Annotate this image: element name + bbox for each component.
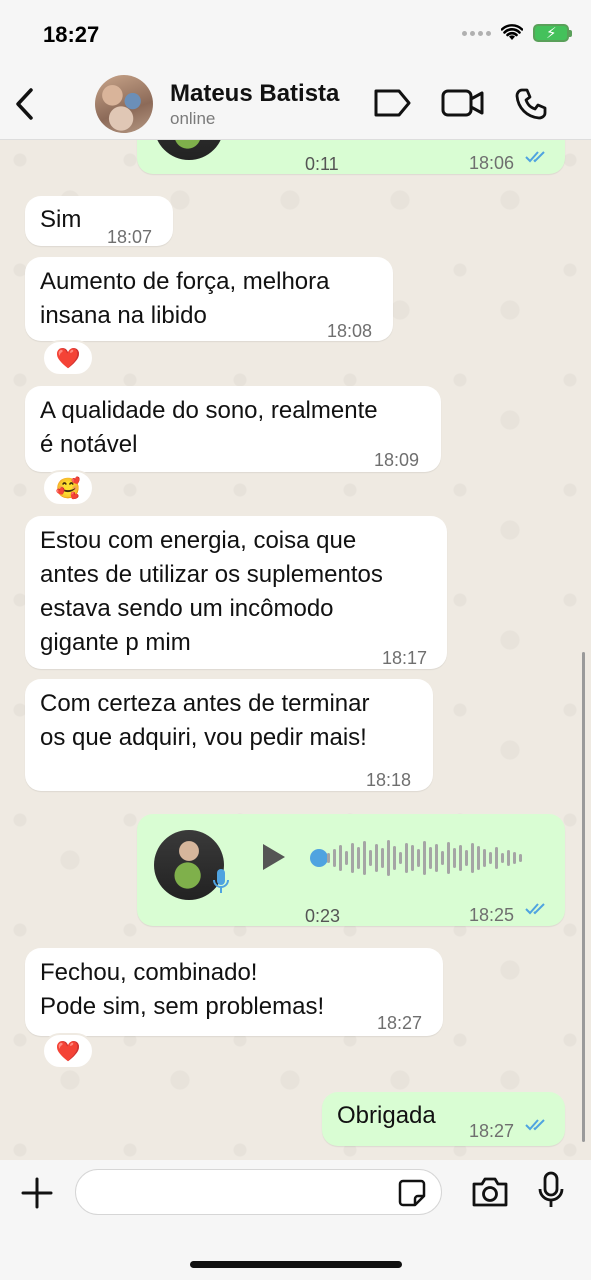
waveform-bar — [459, 845, 462, 871]
waveform-bar — [381, 848, 384, 868]
incoming-message[interactable]: Estou com energia, coisa que antes de ut… — [25, 516, 447, 669]
message-time: 18:25 — [469, 905, 515, 925]
message-text: Fechou, combinado! Pode sim, sem problem… — [40, 959, 325, 1020]
waveform-bar — [333, 849, 336, 867]
waveform-bar — [441, 851, 444, 865]
voice-duration: 0:11 — [305, 154, 339, 174]
waveform-bar — [393, 846, 396, 870]
incoming-message[interactable]: Com certeza antes de terminar os que adq… — [25, 679, 433, 791]
video-camera-icon[interactable] — [440, 86, 486, 120]
waveform-bar — [489, 852, 492, 864]
status-time: 18:27 — [43, 22, 100, 47]
contact-name[interactable]: Mateus Batista — [170, 80, 339, 108]
waveform-bar — [375, 844, 378, 872]
sticker-icon[interactable] — [397, 1178, 427, 1208]
chat-header: Mateus Batista online — [0, 72, 591, 140]
contact-status: online — [170, 109, 216, 128]
message-input[interactable] — [75, 1169, 442, 1215]
message-reaction[interactable]: ❤️ — [42, 1033, 94, 1069]
waveform-bar — [399, 852, 402, 864]
waveform-bar — [417, 849, 420, 867]
voice-message[interactable]: 0:23 18:25 — [137, 814, 565, 926]
waveform-bar — [345, 851, 348, 865]
waveform-bar — [405, 843, 408, 873]
waveform-bar — [501, 853, 504, 863]
waveform-bar — [453, 848, 456, 868]
message-text: Aumento de força, melhora insana na libi… — [40, 268, 330, 329]
waveform-bar — [483, 849, 486, 867]
microphone-badge-icon — [213, 869, 229, 893]
message-list[interactable]: 0:11 18:06 Sim 18:07 Aumento de força, m… — [0, 140, 591, 1160]
microphone-icon[interactable] — [535, 1170, 567, 1210]
waveform-bar — [429, 847, 432, 869]
waveform-bar — [327, 853, 330, 863]
incoming-message[interactable]: Sim 18:07 — [25, 196, 173, 247]
status-bar: 18:27 ⚡ — [0, 0, 591, 72]
read-ticks-icon — [525, 151, 545, 163]
phone-icon[interactable] — [513, 86, 549, 122]
incoming-message[interactable]: Aumento de força, melhora insana na libi… — [25, 257, 393, 341]
waveform-bar — [387, 840, 390, 876]
message-time: 18:27 — [377, 1013, 423, 1033]
waveform-bar — [477, 846, 480, 870]
battery-charging-icon: ⚡ — [533, 24, 572, 42]
message-reaction[interactable]: ❤️ — [42, 340, 94, 376]
label-tag-icon[interactable] — [372, 86, 412, 120]
voice-duration: 0:23 — [305, 906, 341, 926]
message-text: Estou com energia, coisa que antes de ut… — [40, 527, 383, 656]
message-time: 18:07 — [107, 227, 153, 247]
voice-sender-avatar — [154, 140, 224, 160]
message-time: 18:17 — [382, 648, 428, 668]
voice-waveform[interactable] — [327, 838, 522, 878]
waveform-bar — [351, 843, 354, 873]
waveform-bar — [513, 852, 516, 864]
waveform-bar — [369, 850, 372, 866]
waveform-bar — [519, 854, 522, 862]
message-text: A qualidade do sono, realmente é notável — [40, 397, 378, 458]
waveform-bar — [363, 841, 366, 875]
camera-icon[interactable] — [470, 1175, 510, 1209]
message-time: 18:27 — [469, 1121, 515, 1141]
waveform-bar — [507, 850, 510, 866]
voice-message[interactable]: 0:11 18:06 — [137, 140, 565, 174]
contact-avatar[interactable] — [95, 75, 153, 133]
outgoing-message[interactable]: Obrigada 18:27 — [322, 1092, 565, 1146]
incoming-message[interactable]: Fechou, combinado! Pode sim, sem problem… — [25, 948, 443, 1036]
waveform-bar — [357, 847, 360, 869]
message-time: 18:08 — [327, 321, 373, 341]
read-ticks-icon — [525, 903, 545, 915]
chevron-left-icon[interactable] — [10, 84, 40, 124]
home-indicator — [190, 1261, 402, 1268]
waveform-bar — [339, 845, 342, 871]
message-text: Obrigada — [337, 1102, 436, 1129]
message-time: 18:06 — [469, 153, 515, 173]
waveform-bar — [435, 844, 438, 872]
message-reaction[interactable]: 🥰 — [42, 470, 94, 506]
waveform-bar — [495, 847, 498, 869]
scrollbar[interactable] — [582, 652, 585, 1142]
waveform-bar — [471, 843, 474, 873]
waveform-bar — [447, 842, 450, 874]
playback-knob[interactable] — [310, 849, 328, 867]
read-ticks-icon — [525, 1119, 545, 1131]
message-text: Com certeza antes de terminar os que adq… — [40, 690, 370, 751]
waveform-bar — [465, 850, 468, 866]
play-icon[interactable] — [259, 841, 289, 873]
message-time: 18:09 — [374, 450, 420, 470]
status-icons: ⚡ — [462, 24, 572, 42]
wifi-icon — [501, 24, 523, 40]
message-text: Sim — [40, 206, 82, 233]
composer-bar — [0, 1160, 591, 1280]
waveform-bar — [411, 845, 414, 871]
plus-icon[interactable] — [20, 1176, 54, 1210]
waveform-bar — [423, 841, 426, 875]
cellular-signal-icon — [462, 30, 491, 36]
message-time: 18:18 — [366, 770, 412, 790]
incoming-message[interactable]: A qualidade do sono, realmente é notável… — [25, 386, 441, 472]
